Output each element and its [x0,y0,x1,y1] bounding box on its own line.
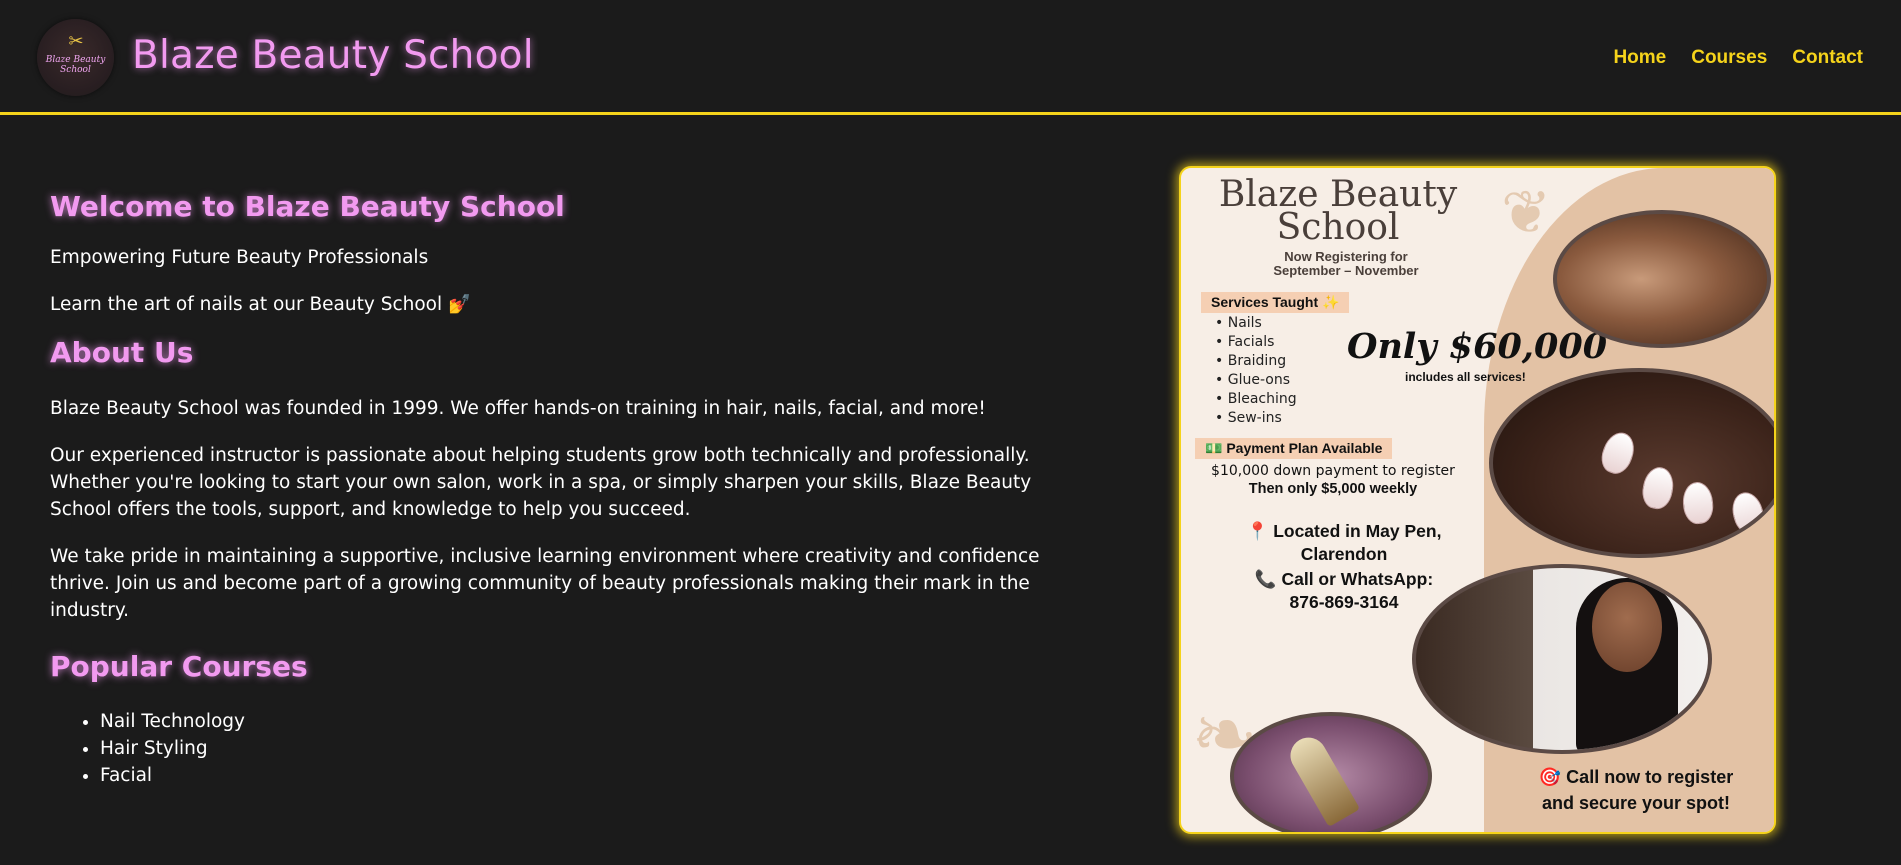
list-item: Sew-ins [1215,409,1297,428]
services-label: Services Taught ✨ [1201,292,1350,313]
scissors-icon: ✂ [68,31,84,52]
nail-shape [1639,464,1677,512]
hair-braiding-photo [1412,564,1712,754]
flyer-price-note: includes all services! [1405,370,1526,384]
flyer-location: 📍 Located in May Pen, Clarendon [1246,521,1442,564]
list-item: Facial [100,762,1090,789]
subtagline: Learn the art of nails at our Beauty Sch… [50,294,472,315]
list-item: Nails [1215,314,1297,333]
courses-heading: Popular Courses [50,650,308,683]
leaf-decoration-icon: ❦ [1501,178,1552,248]
site-header: ✂ Blaze Beauty School Blaze Beauty Schoo… [0,0,1901,115]
mannequin-head [1592,582,1662,672]
nav-courses-link[interactable]: Courses [1691,46,1767,70]
payment-label: 💵 Payment Plan Available [1195,438,1393,459]
about-paragraph: Our experienced instructor is passionate… [50,445,1032,520]
about-heading: About Us [50,336,194,369]
list-item: Nail Technology [100,708,1090,735]
nail-brush-photo [1230,712,1432,832]
services-list: Nails Facials Braiding Glue-ons Bleachin… [1215,314,1297,428]
payment-line: Then only $5,000 weekly [1248,481,1418,497]
nail-shape [1596,428,1640,478]
brush-shape [1283,731,1361,827]
site-title: Blaze Beauty School [132,33,534,78]
nail-shape [1681,480,1715,526]
welcome-heading: Welcome to Blaze Beauty School [50,190,565,223]
nails-photo [1489,368,1774,558]
flyer-registering: Now Registering for September – November [1273,249,1419,278]
promo-flyer-image: ❦ ❧ Blaze Beauty School Now Registering … [1179,166,1776,834]
list-item: Bleaching [1215,390,1297,409]
flyer-title: Blaze Beauty School [1218,174,1458,248]
flyer-call-to-action: 🎯 Call now to register and secure your s… [1538,767,1734,813]
list-item: Hair Styling [100,735,1090,762]
main-nav: Home Courses Contact [1613,46,1863,70]
main-content: Welcome to Blaze Beauty School Empowerin… [50,190,1090,789]
nav-contact-link[interactable]: Contact [1792,46,1863,70]
logo-text: Blaze Beauty School [45,55,106,75]
courses-list: Nail Technology Hair Styling Facial [50,708,1090,789]
list-item: Facials [1215,333,1297,352]
flyer-price: Only $60,000 [1347,326,1608,367]
list-item: Braiding [1215,352,1297,371]
facial-photo [1553,210,1771,348]
logo[interactable]: ✂ Blaze Beauty School [37,19,114,96]
about-paragraph: Blaze Beauty School was founded in 1999.… [50,398,986,419]
about-paragraph: We take pride in maintaining a supportiv… [50,546,1040,621]
payment-line: $10,000 down payment to register [1211,463,1455,479]
nav-home-link[interactable]: Home [1613,46,1666,70]
tagline: Empowering Future Beauty Professionals [50,247,429,268]
list-item: Glue-ons [1215,371,1297,390]
